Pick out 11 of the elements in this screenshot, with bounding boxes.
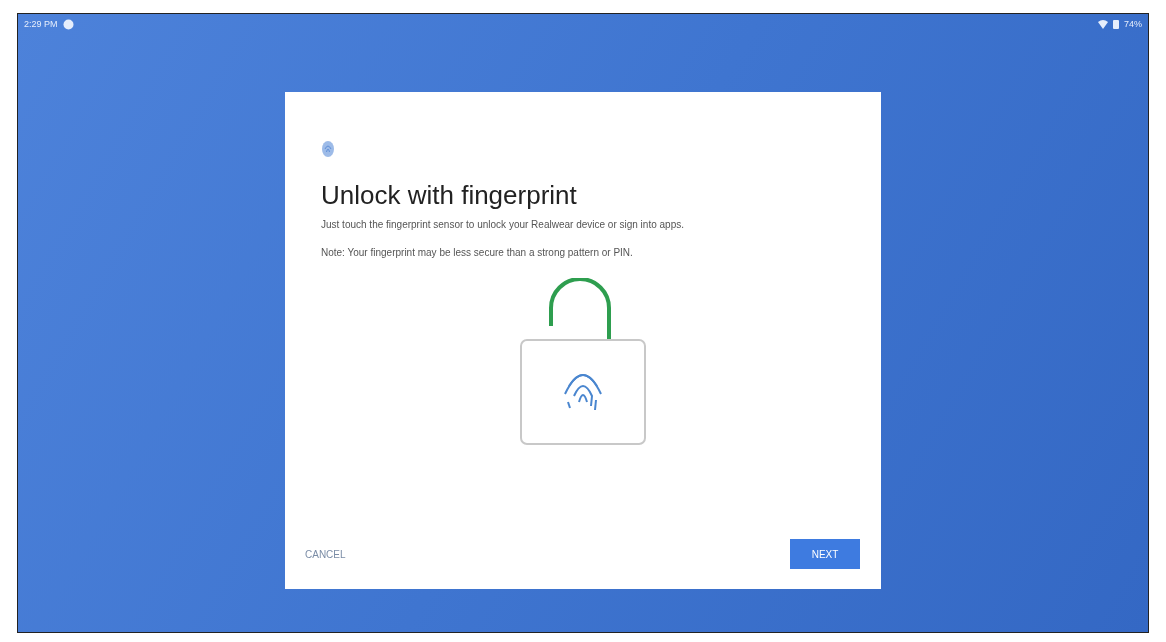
notification-icon <box>62 18 74 30</box>
fingerprint-icon <box>321 140 335 158</box>
description-text: Just touch the fingerprint sensor to unlock your Realwear device or sign into apps. <box>321 219 685 230</box>
note-text: Note: Your fingerprint may be less secure than a strong pattern or PIN. <box>321 247 634 258</box>
cancel-button[interactable]: CANCEL <box>301 544 350 564</box>
battery-icon <box>1113 19 1119 29</box>
status-time: 2:29 PM <box>24 19 58 29</box>
dialog-title: Unlock with fingerprint <box>321 180 578 211</box>
battery-level: 74% <box>1124 19 1142 29</box>
next-button[interactable]: NEXT <box>790 539 860 569</box>
wifi-icon <box>1098 19 1108 29</box>
